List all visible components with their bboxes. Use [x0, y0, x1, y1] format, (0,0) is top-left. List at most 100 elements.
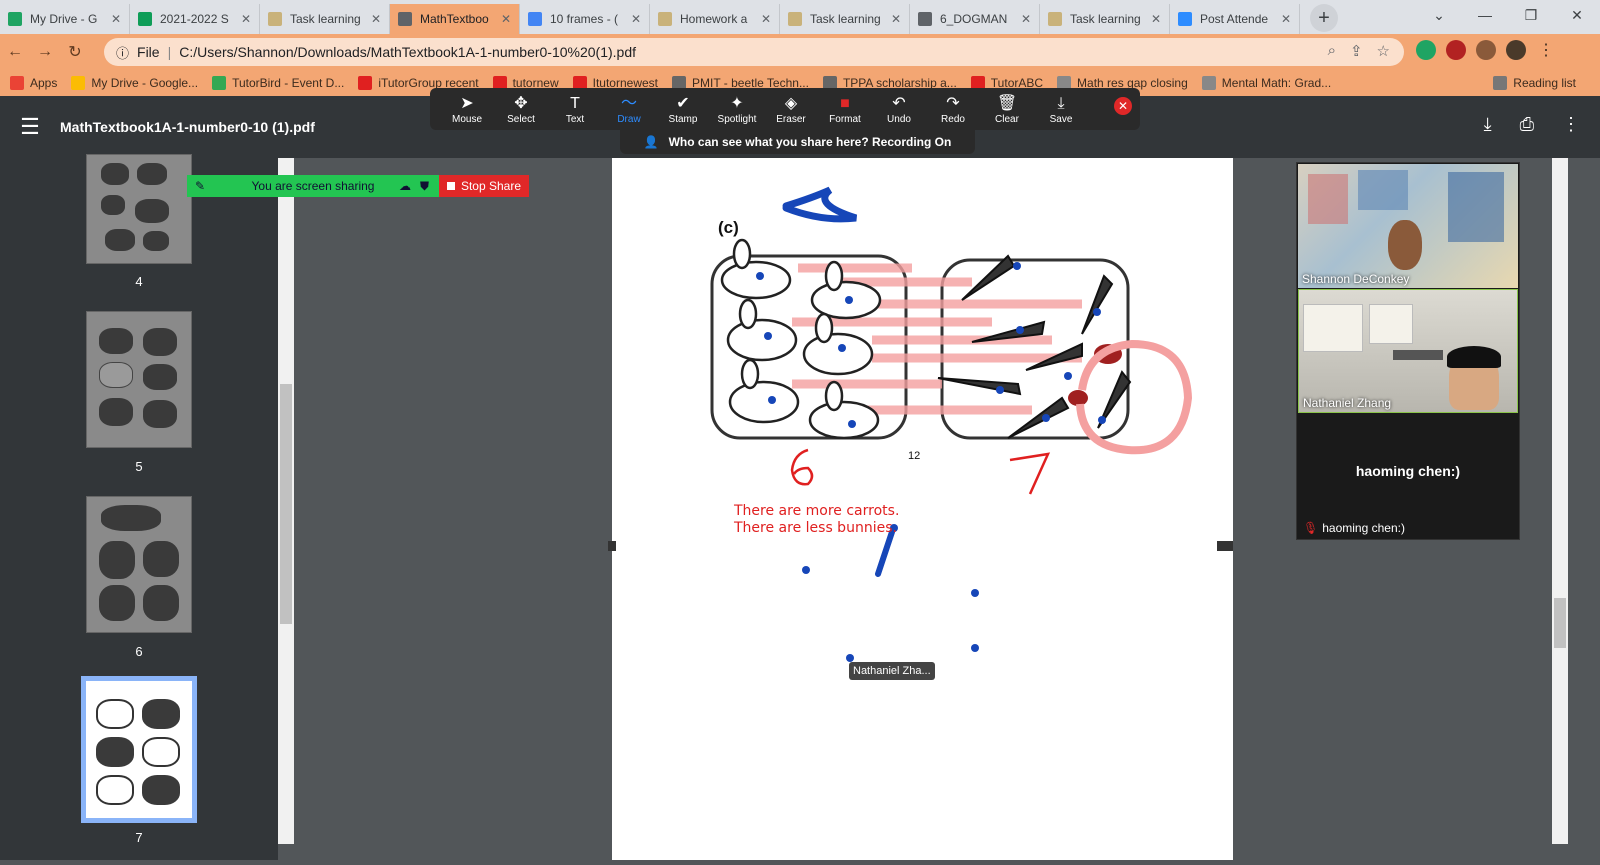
- profile-avatar[interactable]: [1506, 40, 1526, 60]
- page-number-label: 5: [135, 459, 143, 474]
- tool-spotlight[interactable]: ✦ Spotlight: [710, 94, 764, 125]
- sidebar-scrollbar[interactable]: [278, 158, 294, 844]
- bookmark-favicon-icon: [10, 76, 24, 90]
- menu-dots-icon[interactable]: ⋮: [1536, 40, 1556, 60]
- tab-label: 6_DOGMAN: [940, 12, 1008, 26]
- bookmark-item[interactable]: Reading list: [1493, 76, 1576, 90]
- browser-tab[interactable]: 6_DOGMAN ✕: [910, 4, 1040, 34]
- tool-undo[interactable]: ↶ Undo: [872, 94, 926, 125]
- close-annotation-icon[interactable]: ✕: [1114, 97, 1132, 115]
- close-window-button[interactable]: ✕: [1554, 0, 1600, 30]
- bookmark-label: TutorBird - Event D...: [232, 76, 345, 90]
- back-icon[interactable]: ←: [0, 43, 30, 61]
- trash-icon: 🗑: [996, 94, 1018, 112]
- bookmark-label: My Drive - Google...: [91, 76, 199, 90]
- tool-label: Spotlight: [717, 113, 757, 125]
- tool-stamp[interactable]: ✔ Stamp: [656, 94, 710, 125]
- save-icon: ⤓: [1057, 94, 1065, 112]
- tab-close-icon[interactable]: ✕: [111, 12, 121, 26]
- tool-save[interactable]: ⤓ Save: [1034, 94, 1088, 125]
- tab-close-icon[interactable]: ✕: [891, 12, 901, 26]
- restore-button[interactable]: ❐: [1508, 0, 1554, 30]
- screen-sharing-bar[interactable]: ✎ You are screen sharing ☁ ⛊: [187, 175, 439, 197]
- participant-name-footer: 🎙 haoming chen:): [1303, 521, 1405, 535]
- tab-close-icon[interactable]: ✕: [241, 12, 251, 26]
- tab-close-icon[interactable]: ✕: [761, 12, 771, 26]
- tool-draw[interactable]: 〜 Draw: [602, 94, 656, 125]
- bookmark-item[interactable]: Mental Math: Grad...: [1201, 76, 1331, 90]
- share-icon[interactable]: ⇪: [1350, 42, 1363, 60]
- tab-close-icon[interactable]: ✕: [631, 12, 641, 26]
- page-edge-marker: [1217, 541, 1233, 551]
- video-tile[interactable]: Shannon DeConkey: [1298, 164, 1518, 288]
- page-thumbnail-6[interactable]: [86, 496, 192, 633]
- format-icon: ■: [840, 94, 850, 112]
- tab-close-icon[interactable]: ✕: [1151, 12, 1161, 26]
- forward-icon[interactable]: →: [30, 43, 60, 61]
- browser-tab[interactable]: Task learning ✕: [260, 4, 390, 34]
- tab-search-icon[interactable]: ⌄: [1416, 0, 1462, 30]
- tool-label: Redo: [941, 113, 965, 125]
- page-thumbnail-5[interactable]: [86, 311, 192, 448]
- text-icon: T: [570, 94, 580, 112]
- video-gallery: Shannon DeConkey Nathaniel Zhang haoming…: [1296, 162, 1520, 540]
- zoom-icon[interactable]: ⌕: [1328, 42, 1336, 60]
- drag-handle-icon[interactable]: ✎: [195, 179, 205, 193]
- tab-close-icon[interactable]: ✕: [1281, 12, 1291, 26]
- bookmark-item[interactable]: Apps: [10, 76, 57, 90]
- tab-close-icon[interactable]: ✕: [371, 12, 381, 26]
- page-scrollbar[interactable]: [1552, 158, 1568, 844]
- tab-label: MathTextboo: [420, 12, 489, 26]
- browser-tab[interactable]: Homework a ✕: [650, 4, 780, 34]
- stop-share-button[interactable]: Stop Share: [439, 175, 529, 197]
- scrollbar-thumb[interactable]: [280, 384, 292, 624]
- tab-close-icon[interactable]: ✕: [1021, 12, 1031, 26]
- handwritten-six: [790, 448, 814, 486]
- extension-icons: ⋮: [1416, 40, 1556, 60]
- scrollbar-thumb[interactable]: [1554, 598, 1566, 648]
- download-icon[interactable]: ⤓: [1484, 114, 1492, 135]
- tool-redo[interactable]: ↷ Redo: [926, 94, 980, 125]
- person-icon: 👤: [643, 135, 659, 149]
- extensions-puzzle-icon[interactable]: [1476, 40, 1496, 60]
- tool-clear[interactable]: 🗑 Clear: [980, 94, 1034, 125]
- new-tab-button[interactable]: +: [1310, 4, 1338, 32]
- page-thumbnail-4[interactable]: [86, 154, 192, 264]
- tool-format[interactable]: ■ Format: [818, 94, 872, 125]
- thumbnail-sidebar: 4 5 6 7: [0, 154, 278, 860]
- omnibox[interactable]: ⓘ File | C:/Users/Shannon/Downloads/Math…: [104, 38, 1404, 66]
- tool-mouse[interactable]: ➤ Mouse: [440, 94, 494, 125]
- browser-tab[interactable]: MathTextboo ✕: [390, 4, 520, 34]
- reload-icon[interactable]: ↻: [60, 42, 90, 62]
- print-icon[interactable]: ⎙: [1520, 114, 1534, 135]
- participant-name: Nathaniel Zhang: [1303, 396, 1392, 410]
- minimize-button[interactable]: —: [1462, 0, 1508, 30]
- bookmark-favicon-icon: [1493, 76, 1508, 90]
- extension-icon[interactable]: [1416, 40, 1436, 60]
- more-options-icon[interactable]: ⋮: [1562, 114, 1580, 135]
- video-tile-active-speaker[interactable]: Nathaniel Zhang: [1298, 289, 1518, 413]
- browser-tab[interactable]: Post Attende ✕: [1170, 4, 1300, 34]
- bookmark-favicon-icon: [71, 76, 86, 90]
- page-thumbnail-7[interactable]: [81, 676, 197, 823]
- bookmark-item[interactable]: My Drive - Google...: [71, 76, 198, 90]
- tab-close-icon[interactable]: ✕: [501, 12, 511, 26]
- browser-tab[interactable]: My Drive - G ✕: [0, 4, 130, 34]
- bookmark-item[interactable]: TutorBird - Event D...: [212, 76, 344, 90]
- tool-label: Clear: [995, 113, 1019, 125]
- bookmark-star-icon[interactable]: ☆: [1377, 42, 1390, 60]
- recording-banner[interactable]: 👤 Who can see what you share here? Recor…: [620, 130, 975, 154]
- menu-icon[interactable]: ☰: [0, 114, 60, 140]
- tool-eraser[interactable]: ◈ Eraser: [764, 94, 818, 125]
- browser-tab[interactable]: Task learning ✕: [780, 4, 910, 34]
- tool-text[interactable]: T Text: [548, 94, 602, 125]
- url-text[interactable]: C:/Users/Shannon/Downloads/MathTextbook1…: [179, 44, 636, 60]
- browser-tab[interactable]: Task learning ✕: [1040, 4, 1170, 34]
- browser-tab[interactable]: 10 frames - (✕: [520, 4, 650, 34]
- info-icon[interactable]: ⓘ: [116, 43, 129, 62]
- tool-label: Stamp: [668, 113, 698, 125]
- tool-select[interactable]: ✥ Select: [494, 94, 548, 125]
- ublock-icon[interactable]: [1446, 40, 1466, 60]
- bookmark-favicon-icon: [212, 76, 227, 90]
- browser-tab[interactable]: 2021-2022 S ✕: [130, 4, 260, 34]
